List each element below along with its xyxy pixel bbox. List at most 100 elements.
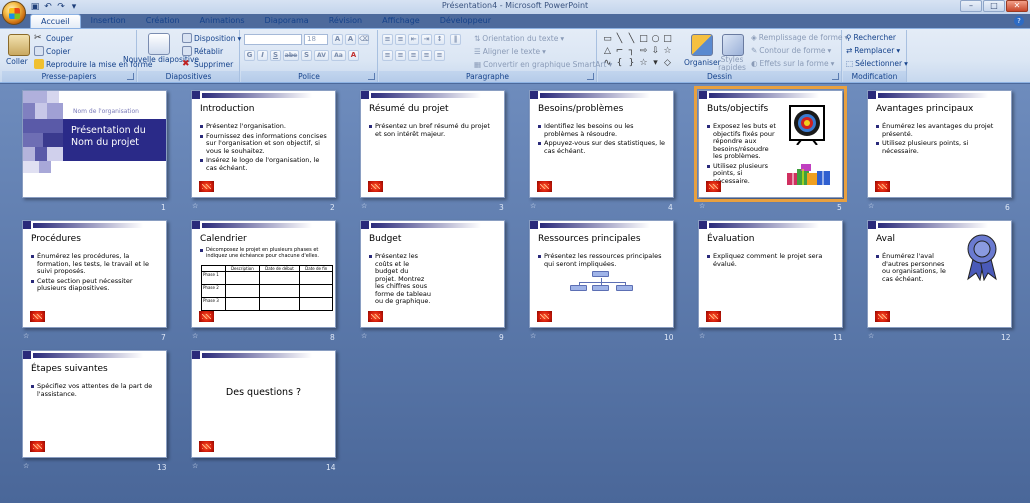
shape-effects-button[interactable]: ◐ Effets sur la forme ▾: [751, 59, 834, 68]
brace-shape-icon[interactable]: }: [626, 58, 637, 69]
star-shape-icon[interactable]: ☆: [638, 58, 649, 69]
align-text-button[interactable]: ☰ Aligner le texte ▾: [474, 47, 546, 56]
transition-icon[interactable]: ☆: [361, 332, 367, 340]
slide-thumbnail-4[interactable]: Besoins/problèmes Identifiez les besoins…: [529, 90, 674, 198]
arrange-button[interactable]: Organiser: [684, 58, 721, 67]
office-button[interactable]: [2, 1, 26, 25]
transition-icon[interactable]: ☆: [868, 202, 874, 210]
layout-button[interactable]: Disposition ▾: [182, 33, 241, 43]
quick-styles-button[interactable]: Styles rapides: [718, 56, 746, 72]
minimize-button[interactable]: –: [960, 0, 982, 12]
tab-creation[interactable]: Création: [136, 14, 190, 28]
arrow-shape-icon[interactable]: ⇩: [650, 46, 661, 57]
underline-button[interactable]: S: [270, 50, 281, 61]
transition-icon[interactable]: ☆: [361, 202, 367, 210]
transition-icon[interactable]: ☆: [699, 332, 705, 340]
select-button[interactable]: ⬚ Sélectionner ▾: [846, 59, 908, 68]
star-shape-icon[interactable]: ☆: [662, 46, 673, 57]
oval-shape-icon[interactable]: ○: [650, 34, 661, 45]
slide-thumbnail-13[interactable]: Étapes suivantes Spécifiez vos attentes …: [22, 350, 167, 458]
slide-thumbnail-2[interactable]: Introduction Présentez l'organisation. F…: [191, 90, 336, 198]
rect-shape-icon[interactable]: □: [662, 34, 673, 45]
dialog-launcher-icon[interactable]: [127, 73, 134, 80]
indent-icon[interactable]: ⇥: [421, 34, 432, 45]
slide-thumbnail-12[interactable]: Aval Énumérez l'aval d'autres personnes …: [867, 220, 1012, 328]
cut-button[interactable]: ✂ Couper: [34, 33, 73, 43]
replace-button[interactable]: ⇄ Remplacer ▾: [846, 46, 900, 55]
dialog-launcher-icon[interactable]: [587, 73, 594, 80]
find-button[interactable]: ⚲ Rechercher: [846, 33, 896, 42]
connector-shape-icon[interactable]: ⌐: [614, 46, 625, 57]
transition-icon[interactable]: ☆: [23, 462, 29, 470]
shrink-font-icon[interactable]: A: [345, 34, 356, 45]
font-color-icon[interactable]: A: [348, 50, 359, 61]
slide-thumbnail-3[interactable]: Résumé du projet Présentez un bref résum…: [360, 90, 505, 198]
bullets-icon[interactable]: ≡: [382, 34, 393, 45]
tab-insertion[interactable]: Insertion: [81, 14, 136, 28]
italic-button[interactable]: I: [257, 50, 268, 61]
align-right-icon[interactable]: ≡: [408, 50, 419, 61]
transition-icon[interactable]: ☆: [530, 202, 536, 210]
text-direction-button[interactable]: ⇅ Orientation du texte ▾: [474, 34, 564, 43]
bold-button[interactable]: G: [244, 50, 255, 61]
transition-icon[interactable]: ☆: [192, 332, 198, 340]
transition-icon[interactable]: ☆: [699, 202, 705, 210]
tab-developpeur[interactable]: Développeur: [430, 14, 501, 28]
slide-thumbnail-6[interactable]: Avantages principaux Énumérez les avanta…: [867, 90, 1012, 198]
help-icon[interactable]: ?: [1014, 16, 1024, 26]
delete-slide-button[interactable]: ✖ Supprimer: [182, 59, 233, 69]
transition-icon[interactable]: ☆: [530, 332, 536, 340]
slide-thumbnail-9[interactable]: Budget Présentez les coûts et le budget …: [360, 220, 505, 328]
close-button[interactable]: ✕: [1006, 0, 1028, 12]
transition-icon[interactable]: ☆: [192, 202, 198, 210]
dialog-launcher-icon[interactable]: [832, 73, 839, 80]
line-shape-icon[interactable]: ╲: [614, 34, 625, 45]
new-slide-button[interactable]: Nouvelle diapositive: [123, 56, 199, 64]
slide-thumbnail-10[interactable]: Ressources principales Présentez les res…: [529, 220, 674, 328]
rect-shape-icon[interactable]: □: [638, 34, 649, 45]
slide-thumbnail-14[interactable]: Des questions ?: [191, 350, 336, 458]
slide-thumbnail-7[interactable]: Procédures Énumérez les procédures, la f…: [22, 220, 167, 328]
transition-icon[interactable]: ☆: [868, 332, 874, 340]
copy-button[interactable]: Copier: [34, 46, 70, 56]
columns-icon[interactable]: ‖: [450, 34, 461, 45]
shape-fill-button[interactable]: ◈ Remplissage de forme ▾: [751, 33, 848, 42]
reset-button[interactable]: Rétablir: [182, 46, 223, 56]
line-spacing-icon[interactable]: ↕: [434, 34, 445, 45]
align-center-icon[interactable]: ≡: [395, 50, 406, 61]
strikethrough-button[interactable]: abe: [283, 50, 299, 61]
font-name-combo[interactable]: [244, 34, 302, 45]
tab-revision[interactable]: Révision: [319, 14, 372, 28]
slide-thumbnail-1[interactable]: Nom de l'organisation Présentation du Nom…: [22, 90, 167, 198]
shape-icon[interactable]: ◇: [662, 58, 673, 69]
distribute-icon[interactable]: ≡: [434, 50, 445, 61]
justify-icon[interactable]: ≡: [421, 50, 432, 61]
smartart-button[interactable]: ▦ Convertir en graphique SmartArt ▾: [474, 60, 612, 69]
numbering-icon[interactable]: ≡: [395, 34, 406, 45]
grow-font-icon[interactable]: A: [332, 34, 343, 45]
align-left-icon[interactable]: ≡: [382, 50, 393, 61]
shadow-button[interactable]: S: [301, 50, 312, 61]
line-shape-icon[interactable]: ╲: [626, 34, 637, 45]
shapes-gallery[interactable]: ▭ ╲ ╲ □ ○ □ △ ⌐ ┐ ⇨ ⇩ ☆ ∿ { } ☆ ▾ ◇: [602, 34, 673, 69]
transition-icon[interactable]: ☆: [192, 462, 198, 470]
tab-animations[interactable]: Animations: [190, 14, 255, 28]
rect-shape-icon[interactable]: ▭: [602, 34, 613, 45]
dialog-launcher-icon[interactable]: [368, 73, 375, 80]
more-shapes-icon[interactable]: ▾: [650, 58, 661, 69]
brace-shape-icon[interactable]: {: [614, 58, 625, 69]
clear-format-icon[interactable]: ⌫: [358, 34, 369, 45]
slide-thumbnail-8[interactable]: Calendrier Décomposez le projet en plusi…: [191, 220, 336, 328]
maximize-button[interactable]: □: [983, 0, 1005, 12]
outdent-icon[interactable]: ⇤: [408, 34, 419, 45]
paste-button[interactable]: Coller: [6, 57, 28, 66]
char-spacing-button[interactable]: AV: [314, 50, 329, 61]
change-case-button[interactable]: Aa: [331, 50, 346, 61]
slide-thumbnail-5[interactable]: Buts/objectifs Exposez les buts et objec…: [694, 86, 847, 202]
shape-outline-button[interactable]: ✎ Contour de forme ▾: [751, 46, 831, 55]
font-size-combo[interactable]: 18: [304, 34, 328, 45]
curve-shape-icon[interactable]: ∿: [602, 58, 613, 69]
slide-thumbnail-11[interactable]: Évaluation Expliquez comment le projet s…: [698, 220, 843, 328]
connector-shape-icon[interactable]: ┐: [626, 46, 637, 57]
triangle-shape-icon[interactable]: △: [602, 46, 613, 57]
